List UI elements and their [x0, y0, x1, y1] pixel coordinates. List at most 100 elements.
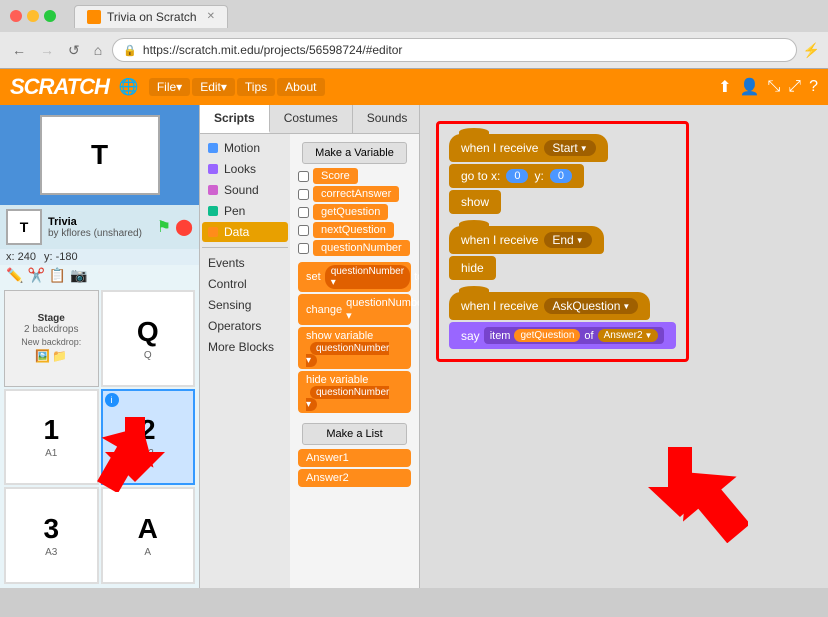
scratch-app: SCRATCH 🌐 File▾ Edit▾ Tips About ⬆ 👤 ⤡ ⤢… — [0, 69, 828, 588]
hide-block-script[interactable]: hide — [449, 256, 496, 280]
hat-block-end[interactable]: when I receive End ▼ — [449, 226, 604, 254]
start-dropdown[interactable]: Start ▼ — [544, 140, 595, 156]
stage-sprite-cell[interactable]: Stage 2 backdrops New backdrop: 🖼️ 📁 — [4, 290, 99, 387]
tab-scripts[interactable]: Scripts — [200, 105, 270, 133]
file-menu[interactable]: File▾ — [149, 78, 190, 96]
category-events[interactable]: Events — [202, 253, 288, 273]
category-more[interactable]: More Blocks — [202, 337, 288, 357]
block-stack-3: when I receive AskQuestion ▼ say item ge… — [449, 292, 676, 349]
hide-label: hide — [461, 261, 484, 275]
control-label: Control — [208, 277, 247, 291]
sprite-label-3: A3 — [45, 547, 57, 558]
category-pen[interactable]: Pen — [202, 201, 288, 221]
variable-list: Score correctAnswer getQuestion nex — [294, 168, 415, 256]
score-block[interactable]: Score — [313, 168, 358, 184]
header-menu: File▾ Edit▾ Tips About — [149, 78, 325, 96]
category-data[interactable]: Data — [202, 222, 288, 242]
category-motion[interactable]: Motion — [202, 138, 288, 158]
cut-icon[interactable]: ✂️ — [27, 267, 44, 284]
correct-block[interactable]: correctAnswer — [313, 186, 399, 202]
tips-menu[interactable]: Tips — [237, 78, 275, 96]
set-kw: set — [306, 271, 321, 283]
qnum-block[interactable]: questionNumber — [313, 240, 410, 256]
correct-checkbox[interactable] — [298, 189, 309, 200]
person-icon[interactable]: 👤 — [740, 77, 760, 97]
upload-icon[interactable]: ⬆ — [718, 77, 731, 97]
hat-block-askquestion[interactable]: when I receive AskQuestion ▼ — [449, 292, 650, 320]
show-block-script[interactable]: show — [449, 190, 501, 214]
askquestion-dropdown[interactable]: AskQuestion ▼ — [544, 298, 638, 314]
coords-bar: x: 240 y: -180 — [0, 249, 199, 265]
maximize-button[interactable] — [44, 10, 56, 22]
qnum-checkbox[interactable] — [298, 243, 309, 254]
make-list-button[interactable]: Make a List — [302, 423, 407, 445]
getq-checkbox[interactable] — [298, 207, 309, 218]
scratch-logo[interactable]: SCRATCH — [10, 74, 109, 100]
globe-icon[interactable]: 🌐 — [119, 77, 139, 97]
say-kw: say — [461, 329, 480, 343]
sprites-grid: Stage 2 backdrops New backdrop: 🖼️ 📁 Q Q… — [0, 286, 199, 588]
back-button[interactable]: ← — [8, 40, 30, 60]
sprite-initial: T — [20, 219, 29, 235]
tab-sounds[interactable]: Sounds — [353, 105, 423, 133]
stage-content: T — [91, 139, 108, 171]
new-backdrop-label: New backdrop: — [21, 337, 81, 347]
category-control[interactable]: Control — [202, 274, 288, 294]
fullscreen-icon[interactable]: ⤡ — [767, 78, 780, 96]
refresh-button[interactable]: ↺ — [64, 40, 84, 61]
when-kw-2: when I receive — [461, 233, 538, 247]
scripts-area[interactable]: when I receive Start ▼ go to x: 0 y: 0 s… — [420, 105, 828, 588]
green-flag-button[interactable]: ⚑ — [157, 217, 171, 237]
say-block[interactable]: say item getQuestion of Answer2 ▼ — [449, 322, 676, 349]
copy-icon[interactable]: 📋 — [49, 267, 66, 284]
edit-menu[interactable]: Edit▾ — [192, 78, 235, 96]
end-dropdown[interactable]: End ▼ — [544, 232, 591, 248]
answer2-list[interactable]: Answer2 ▼ — [598, 329, 659, 342]
set-block[interactable]: set questionNumber ▾ to 0 — [298, 262, 411, 292]
category-sensing[interactable]: Sensing — [202, 295, 288, 315]
pencil-icon[interactable]: ✏️ — [6, 267, 23, 284]
show-variable-block[interactable]: show variable questionNumber ▾ — [298, 327, 411, 369]
category-looks[interactable]: Looks — [202, 159, 288, 179]
sprite-label-1: A1 — [45, 448, 57, 459]
stop-button[interactable]: ⬤ — [175, 217, 193, 237]
answer2-block[interactable]: Answer2 — [298, 469, 411, 487]
start-arrow: ▼ — [580, 144, 588, 153]
home-button[interactable]: ⌂ — [90, 40, 106, 60]
sprite-cell-3[interactable]: 3 A3 — [4, 487, 99, 584]
sprite-cell-1[interactable]: 1 A1 — [4, 389, 99, 486]
tab-costumes[interactable]: Costumes — [270, 105, 353, 133]
answer1-block[interactable]: Answer1 — [298, 449, 411, 467]
category-operators[interactable]: Operators — [202, 316, 288, 336]
backdrop-folder-icon[interactable]: 📁 — [52, 349, 67, 363]
right-red-arrow — [678, 463, 748, 548]
categories-panel: Motion Looks Sound Pen — [200, 134, 290, 588]
hat-block-start[interactable]: when I receive Start ▼ — [449, 134, 608, 162]
getq-block[interactable]: getQuestion — [313, 204, 388, 220]
hide-variable-block[interactable]: hide variable questionNumber ▾ — [298, 371, 411, 413]
category-sound[interactable]: Sound — [202, 180, 288, 200]
stage-cell-label: Stage — [38, 313, 65, 324]
center-panel: Scripts Costumes Sounds Motion Looks — [200, 105, 420, 588]
address-bar[interactable]: 🔒 https://scratch.mit.edu/projects/56598… — [112, 38, 796, 62]
tab-close-button[interactable]: ✕ — [207, 11, 215, 22]
change-block[interactable]: change questionNumber ▾ by 1 — [298, 294, 411, 325]
make-variable-button[interactable]: Make a Variable — [302, 142, 407, 164]
sprite-cell-2[interactable]: i 2 A2 — [101, 389, 196, 486]
zoom-icon[interactable]: ⤢ — [788, 78, 801, 96]
nextq-block[interactable]: nextQuestion — [313, 222, 394, 238]
minimize-button[interactable] — [27, 10, 39, 22]
backdrop-paint-icon[interactable]: 🖼️ — [35, 349, 50, 363]
sprite-char-q: Q — [137, 316, 159, 348]
help-icon[interactable]: ? — [809, 78, 818, 96]
score-checkbox[interactable] — [298, 171, 309, 182]
sprite-cell-q[interactable]: Q Q — [101, 290, 196, 387]
goto-block[interactable]: go to x: 0 y: 0 — [449, 164, 584, 188]
browser-tab[interactable]: Trivia on Scratch ✕ — [74, 5, 228, 28]
about-menu[interactable]: About — [277, 78, 324, 96]
sprite-cell-a[interactable]: A A — [101, 487, 196, 584]
nextq-checkbox[interactable] — [298, 225, 309, 236]
close-button[interactable] — [10, 10, 22, 22]
forward-button[interactable]: → — [36, 40, 58, 60]
camera-icon[interactable]: 📷 — [70, 267, 87, 284]
